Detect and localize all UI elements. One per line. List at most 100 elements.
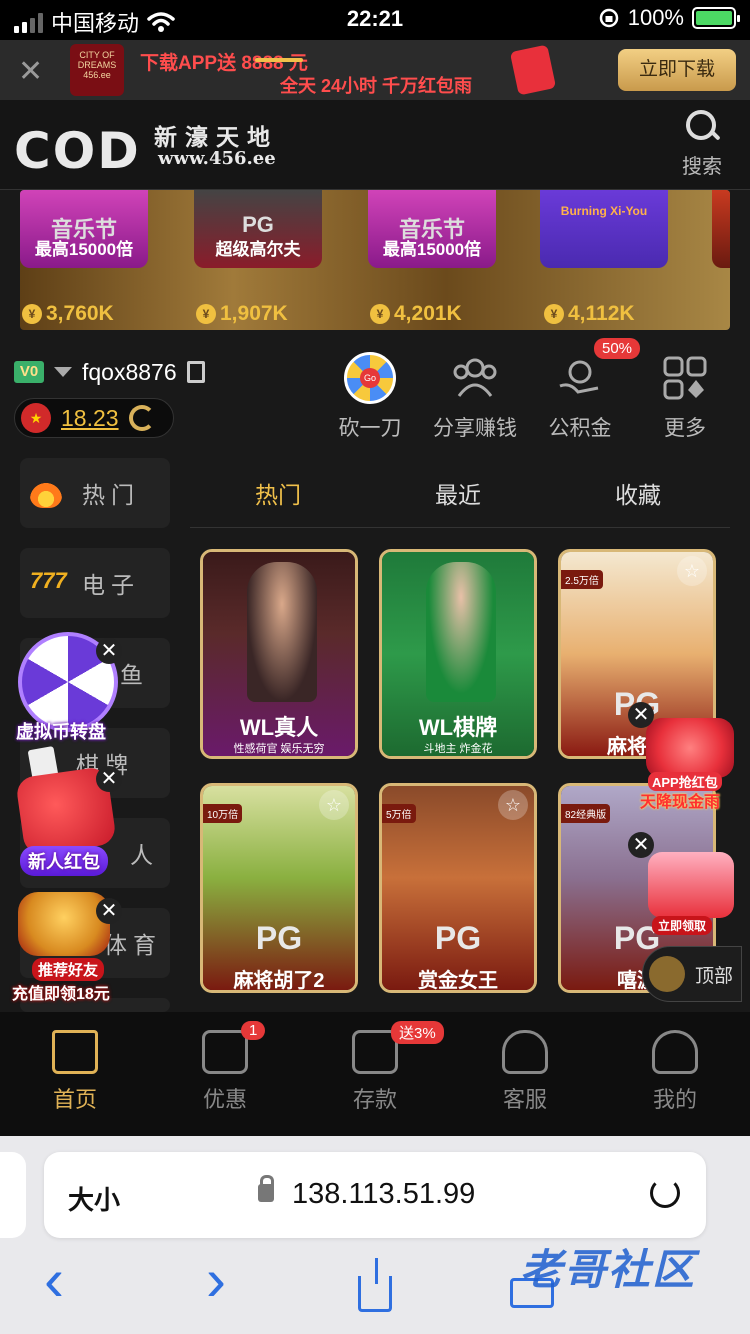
quick-action-label: 分享赚钱	[433, 417, 517, 440]
jackpot-value: 1,907K	[220, 302, 288, 325]
quick-action-label: 更多	[664, 417, 706, 440]
app-red-packet-icon[interactable]	[646, 718, 734, 778]
refer-bonus-label: 充值即领18元	[12, 986, 110, 1003]
favorite-star-icon[interactable]: ☆	[677, 556, 707, 586]
nav-home[interactable]: 首页	[0, 1030, 150, 1114]
close-slot-promo-button[interactable]: ✕	[628, 832, 654, 858]
reload-icon[interactable]	[650, 1178, 680, 1208]
nav-badge: 1	[241, 1021, 266, 1040]
text-size-button[interactable]: 大小	[68, 1180, 120, 1217]
quick-action-label: 公积金	[548, 417, 612, 440]
fund-badge: 50%	[594, 338, 641, 359]
jackpot-carousel[interactable]: 音乐节 最高15000倍 PG 超级高尔夫 音乐节 最高15000倍 Burni…	[20, 190, 730, 330]
game-multiplier-tag: 10万倍	[203, 804, 243, 823]
favorite-star-icon[interactable]: ☆	[319, 790, 349, 820]
close-red-packet-button[interactable]: ✕	[96, 766, 122, 792]
game-card-wl-cards[interactable]: WL棋牌 斗地主 炸金花	[379, 549, 537, 759]
new-user-red-packet-label: 新人红包	[20, 846, 108, 876]
favorite-star-icon[interactable]: ☆	[498, 790, 528, 820]
quick-action-lucky-wheel[interactable]: 砍一刀	[320, 352, 420, 442]
category-label: 人	[130, 842, 159, 868]
copy-icon[interactable]	[186, 361, 205, 383]
user-icon	[652, 1030, 698, 1074]
site-name: 新濠天地	[154, 124, 278, 150]
balance-value: 18.23	[61, 404, 119, 431]
search-button[interactable]: 搜索	[678, 108, 726, 179]
status-right: 100%	[598, 5, 740, 31]
jackpot-value: 4,112K	[568, 302, 635, 325]
quick-action-more[interactable]: 更多	[635, 352, 735, 442]
share-button[interactable]	[358, 1258, 392, 1312]
app-download-banner: ✕ CITY OF DREAMS 456.ee 下载APP送 8888 元 全天…	[0, 40, 750, 100]
carousel-card[interactable]: Burning Xi-You	[540, 190, 668, 268]
tab-hot[interactable]: 热门	[255, 476, 301, 510]
watermark-logo: 老哥社区	[520, 1246, 697, 1293]
game-multiplier-tag: 82经典版	[561, 804, 611, 823]
game-card-bounty-queen[interactable]: 5万倍 ☆ PG 赏金女王	[379, 783, 537, 993]
game-card-wl-live[interactable]: WL真人 性感荷官 娱乐无穷	[200, 549, 358, 759]
game-brand: PG	[255, 920, 303, 956]
vip-badge: V0	[14, 361, 44, 383]
refresh-balance-icon[interactable]	[128, 405, 155, 431]
jackpot-value: 3,760K	[46, 302, 114, 325]
dealer-figure	[426, 562, 496, 702]
nav-label: 首页	[52, 1087, 97, 1112]
site-logo[interactable]: COD	[14, 122, 141, 180]
game-name: WL真人	[239, 715, 319, 740]
previous-tab-stub[interactable]	[0, 1152, 26, 1238]
coin-icon: ¥	[196, 304, 216, 324]
carousel-card[interactable]: 音乐节 最高15000倍	[20, 190, 148, 268]
search-icon	[684, 108, 720, 144]
address-bar[interactable]: 大小 138.113.51.99	[44, 1152, 706, 1238]
category-slots[interactable]: 777 电子	[20, 548, 170, 618]
bell-icon	[649, 956, 685, 992]
share-people-icon	[453, 358, 497, 397]
close-crypto-wheel-button[interactable]: ✕	[96, 638, 122, 664]
bottom-nav: 首页 1 优惠 送3% 存款 客服 我的	[0, 1012, 750, 1136]
tab-recent[interactable]: 最近	[435, 476, 481, 510]
carousel-card[interactable]: 音乐节 最高15000倍	[368, 190, 496, 268]
download-now-button[interactable]: 立即下载	[618, 49, 736, 91]
jackpot-amount: ¥ 1,907K	[196, 302, 288, 326]
quick-action-share[interactable]: 分享赚钱	[425, 352, 525, 442]
god-of-wealth-icon[interactable]	[18, 892, 110, 956]
back-to-top-button[interactable]: 顶部	[642, 946, 742, 1002]
close-refer-button[interactable]: ✕	[96, 898, 122, 924]
carousel-card-title: Burning Xi-You	[560, 204, 648, 218]
back-to-top-label: 顶部	[695, 965, 734, 987]
quick-action-fund[interactable]: 50% 公积金	[530, 338, 641, 442]
close-banner-button[interactable]: ✕	[18, 54, 43, 89]
slot-machine-promo-icon[interactable]	[648, 852, 734, 918]
carousel-card-sub: 最高15000倍	[34, 240, 134, 259]
nav-promotions[interactable]: 1 优惠	[150, 1021, 300, 1114]
back-button[interactable]: ‹	[44, 1250, 64, 1310]
close-app-red-packet-button[interactable]: ✕	[628, 702, 654, 728]
home-icon	[52, 1030, 98, 1074]
site-header: COD 新濠天地 www.456.ee 搜索	[0, 100, 750, 190]
nav-label: 我的	[652, 1087, 697, 1112]
category-label: 电子	[82, 572, 140, 598]
carousel-card[interactable]: PG 超级高尔夫	[194, 190, 322, 268]
game-card-mahjong-2[interactable]: 10万倍 ☆ PG 麻将胡了2	[200, 783, 358, 993]
jackpot-amount: ¥ 3,760K	[22, 302, 114, 326]
game-name: 赏金女王	[418, 970, 498, 992]
claim-now-label[interactable]: 立即领取	[652, 916, 713, 935]
tab-favorites[interactable]: 收藏	[615, 476, 661, 510]
nav-profile[interactable]: 我的	[600, 1030, 750, 1114]
share-icon	[358, 1258, 392, 1312]
url-text: 138.113.51.99	[292, 1178, 476, 1210]
category-hot[interactable]: 热门	[20, 458, 170, 528]
chevron-down-icon[interactable]	[54, 367, 72, 377]
category-label: 体育	[104, 932, 162, 958]
nav-label: 客服	[502, 1087, 547, 1112]
game-name: 麻将胡了2	[233, 970, 325, 992]
nav-deposit[interactable]: 送3% 存款	[300, 1021, 450, 1114]
nav-support[interactable]: 客服	[450, 1030, 600, 1114]
username: fqox8876	[82, 358, 177, 385]
forward-button[interactable]: ›	[206, 1250, 226, 1310]
red-packet-icon	[509, 44, 557, 96]
battery-percent: 100%	[627, 5, 684, 30]
carousel-card-partial	[712, 190, 730, 268]
nav-label: 存款	[352, 1087, 397, 1112]
battery-icon	[692, 7, 740, 29]
